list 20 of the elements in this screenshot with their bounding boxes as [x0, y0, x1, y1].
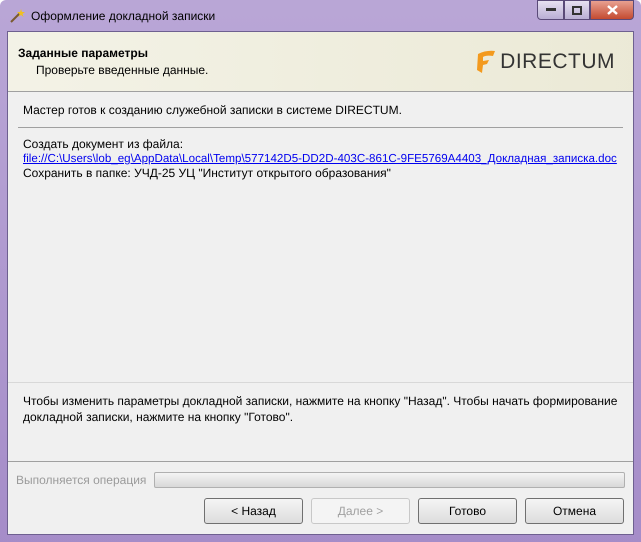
- detail-text: Сохранить в папке: УЧД-25 УЦ "Институт открытого образования": [23, 166, 392, 180]
- detail-text: Создать документ из файла:: [23, 137, 184, 151]
- maximize-button[interactable]: [564, 0, 590, 20]
- step-title: Заданные параметры: [18, 46, 150, 60]
- window-title: Оформление докладной записки: [31, 8, 216, 22]
- maximize-icon: [572, 6, 582, 14]
- logo-text: DIRECTUM: [500, 50, 615, 74]
- progress-label: Выполняется операция: [16, 473, 146, 487]
- minimize-icon: [546, 8, 556, 12]
- file-link[interactable]: file://C:\Users\lob_eg\AppData\Local\Temp\577142D5-DD2D-403C-861C-9FE5769A4403_Докладная_записка.doc: [23, 152, 618, 165]
- wizard-button[interactable]: Готово: [418, 498, 517, 524]
- close-icon: [606, 5, 618, 15]
- step-subtitle: Проверьте введенные данные.: [35, 63, 210, 77]
- logo-icon: [476, 50, 496, 74]
- wizard-button[interactable]: Отмена: [525, 498, 624, 524]
- wizard-button[interactable]: < Назад: [204, 498, 303, 524]
- wand-icon: [9, 8, 25, 24]
- close-button[interactable]: [590, 0, 634, 20]
- minimize-button[interactable]: [537, 0, 564, 20]
- intro-text: Мастер готов к созданию служебной записки в системе DIRECTUM.: [22, 102, 403, 119]
